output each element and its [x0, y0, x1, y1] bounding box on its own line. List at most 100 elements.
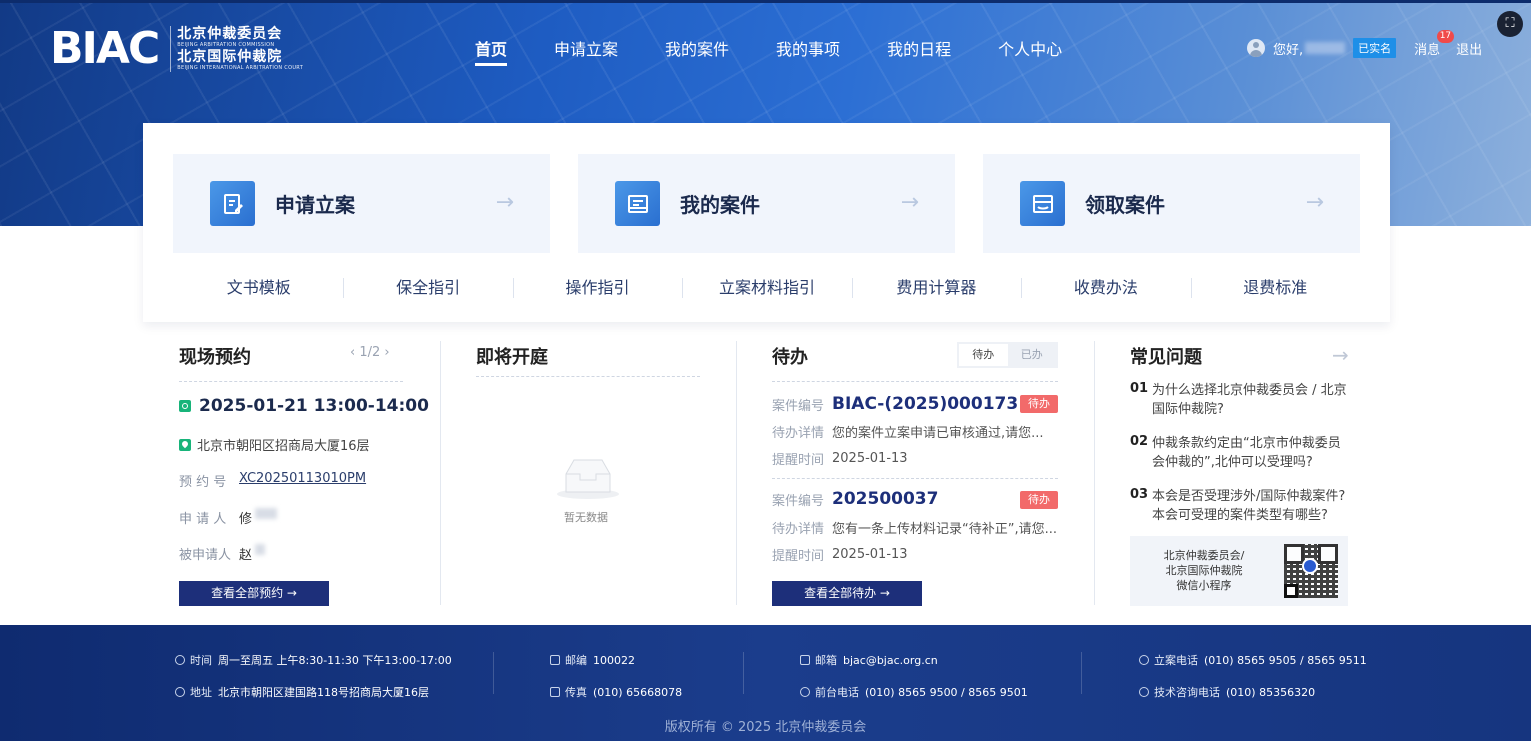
faq-number: 01: [1130, 381, 1149, 396]
qr-finder-icon: [1284, 584, 1298, 598]
nav-home[interactable]: 首页: [475, 36, 508, 66]
divider: [772, 381, 1058, 382]
tech-phone-value: (010) 85356320: [1226, 685, 1316, 699]
mini-program-text: 北京仲裁委员会/ 北京国际仲裁院 微信小程序: [1163, 549, 1245, 592]
detail-text[interactable]: 您有一条上传材料记录“待补正”,请您...: [832, 518, 1058, 537]
faq-question: 仲裁条款约定由“北京市仲裁委员会仲裁的”,北仲可以受理吗?: [1152, 436, 1341, 470]
faq-title: 常见问题: [1130, 347, 1202, 368]
nav-my-matters[interactable]: 我的事项: [776, 36, 840, 66]
todo-title: 待办: [772, 347, 808, 368]
my-cases-card[interactable]: 我的案件 →: [578, 154, 955, 253]
divider: [772, 478, 1058, 479]
clock-icon: [175, 655, 185, 665]
email-value[interactable]: bjac@bjac.org.cn: [843, 654, 938, 667]
link-refund-standards[interactable]: 退费标准: [1190, 263, 1360, 313]
user-area: 您好, 已实名 消息 17 退出: [1247, 29, 1482, 58]
front-desk-label: 前台电话: [815, 686, 859, 699]
main-card: 申请立案 → 我的案件 → 领取案件 → 文书模板 保全指引 操作指引 立案材料…: [143, 123, 1390, 322]
view-all-todos-button[interactable]: 查看全部待办 →: [772, 581, 922, 606]
respondent-value: 赵: [239, 548, 253, 563]
edit-doc-icon: [210, 181, 255, 226]
todo-1-time-row: 提醒时间 2025-01-13: [772, 449, 1058, 468]
case-no-label: 案件编号: [772, 493, 825, 509]
phone-icon: [1139, 655, 1149, 665]
faq-item[interactable]: 02 仲裁条款约定由“北京市仲裁委员会仲裁的”,北仲可以受理吗?: [1130, 434, 1350, 472]
fax-value: (010) 65668078: [593, 685, 683, 699]
appointment-pager: ‹ 1/2 ›: [350, 345, 390, 360]
filing-phone-value: (010) 8565 9505 / 8565 9511: [1204, 653, 1367, 667]
appointment-address: 北京市朝阳区招商局大厦16层: [179, 435, 370, 454]
divider: [476, 376, 700, 377]
nav-my-cases[interactable]: 我的案件: [665, 36, 729, 66]
arrow-right-icon: →: [495, 190, 514, 215]
zip-label: 邮编: [565, 654, 587, 667]
phone-icon: [800, 687, 810, 697]
arrow-right-icon[interactable]: →: [1332, 343, 1349, 367]
link-fee-rules[interactable]: 收费办法: [1021, 263, 1190, 313]
faq-number: 03: [1130, 487, 1149, 502]
user-name-redacted: [1305, 42, 1346, 54]
nav-apply[interactable]: 申请立案: [554, 36, 618, 66]
link-fee-calculator[interactable]: 费用计算器: [851, 263, 1021, 313]
status-badge: 待办: [1020, 395, 1058, 413]
bac-logo[interactable]: BIAC 北京仲裁委员会 BEIJING ARBITRATION COMMISS…: [50, 26, 303, 72]
hours-label: 时间: [190, 654, 212, 667]
appointment-no-link[interactable]: XC20250113010PM: [239, 471, 366, 490]
case-folder-icon: [615, 181, 660, 226]
appointment-address-text: 北京市朝阳区招商局大厦16层: [197, 439, 370, 454]
tab-pending[interactable]: 待办: [959, 344, 1008, 366]
link-document-templates[interactable]: 文书模板: [174, 263, 343, 313]
view-all-appointments-button[interactable]: 查看全部预约 →: [179, 581, 329, 606]
faq-question: 本会是否受理涉外/国际仲裁案件?本会可受理的案件类型有哪些?: [1152, 489, 1346, 523]
applicant-value: 修: [239, 512, 253, 527]
link-operation-guide[interactable]: 操作指引: [512, 263, 682, 313]
nav-personal-center[interactable]: 个人中心: [998, 36, 1062, 66]
footer-hours: 时间 周一至周五 上午8:30-11:30 下午13:00-17:00: [175, 652, 452, 668]
next-page-icon[interactable]: ›: [384, 345, 389, 360]
messages-link[interactable]: 消息 17: [1414, 29, 1455, 58]
appointment-time: 2025-01-21 13:00-14:00: [179, 396, 429, 416]
appointment-title: 现场预约: [179, 347, 251, 368]
empty-inbox-icon: [557, 459, 619, 499]
link-preservation-guide[interactable]: 保全指引: [343, 263, 512, 313]
nav-my-schedule[interactable]: 我的日程: [887, 36, 951, 66]
apply-case-card[interactable]: 申请立案 →: [173, 154, 550, 253]
my-cases-label: 我的案件: [680, 193, 760, 217]
tech-phone-label: 技术咨询电话: [1154, 686, 1220, 699]
hours-value: 周一至周五 上午8:30-11:30 下午13:00-17:00: [218, 654, 452, 667]
verified-badge: 已实名: [1353, 38, 1397, 58]
detail-label: 待办详情: [772, 426, 825, 441]
faq-question: 为什么选择北京仲裁委员会 / 北京国际仲裁院?: [1152, 383, 1347, 417]
front-desk-value: (010) 8565 9500 / 8565 9501: [865, 685, 1028, 699]
appointment-no-row: 预 约 号 XC20250113010PM: [179, 471, 366, 490]
logo-mark: BIAC: [50, 23, 160, 74]
case-no-link[interactable]: BIAC-(2025)000173: [832, 394, 1018, 414]
filing-phone-label: 立案电话: [1154, 654, 1198, 667]
applicant-label: 申 请 人: [179, 512, 227, 527]
case-no-link[interactable]: 202500037: [832, 489, 938, 509]
divider: [179, 381, 403, 382]
address-label: 地址: [190, 686, 212, 699]
applicant-row: 申 请 人 修: [179, 508, 278, 527]
detail-label: 待办详情: [772, 522, 825, 537]
tab-done[interactable]: 已办: [1008, 344, 1057, 366]
todo-2-time-row: 提醒时间 2025-01-13: [772, 545, 1058, 564]
location-pin-icon: [179, 438, 191, 451]
arrow-right-icon: →: [900, 190, 919, 215]
avatar[interactable]: [1247, 39, 1265, 57]
receive-case-card[interactable]: 领取案件 →: [983, 154, 1360, 253]
prev-page-icon[interactable]: ‹: [350, 345, 355, 360]
todo-2-case-row: 案件编号 202500037: [772, 489, 938, 509]
panel-divider: [736, 341, 737, 605]
link-filing-materials-guide[interactable]: 立案材料指引: [682, 263, 851, 313]
logo-en-1: BEIJING ARBITRATION COMMISSION: [177, 42, 275, 48]
arrow-right-icon: →: [1305, 190, 1324, 215]
greeting: 您好,: [1273, 42, 1304, 58]
logout-link[interactable]: 退出: [1456, 39, 1482, 58]
faq-item[interactable]: 01 为什么选择北京仲裁委员会 / 北京国际仲裁院?: [1130, 381, 1350, 419]
quick-links: 文书模板 保全指引 操作指引 立案材料指引 费用计算器 收费办法 退费标准: [174, 263, 1360, 313]
redacted-text: [255, 508, 278, 519]
screenshot-icon[interactable]: ⛶: [1497, 11, 1523, 37]
detail-text[interactable]: 您的案件立案申请已审核通过,请您...: [832, 422, 1058, 441]
faq-item[interactable]: 03 本会是否受理涉外/国际仲裁案件?本会可受理的案件类型有哪些?: [1130, 487, 1350, 525]
